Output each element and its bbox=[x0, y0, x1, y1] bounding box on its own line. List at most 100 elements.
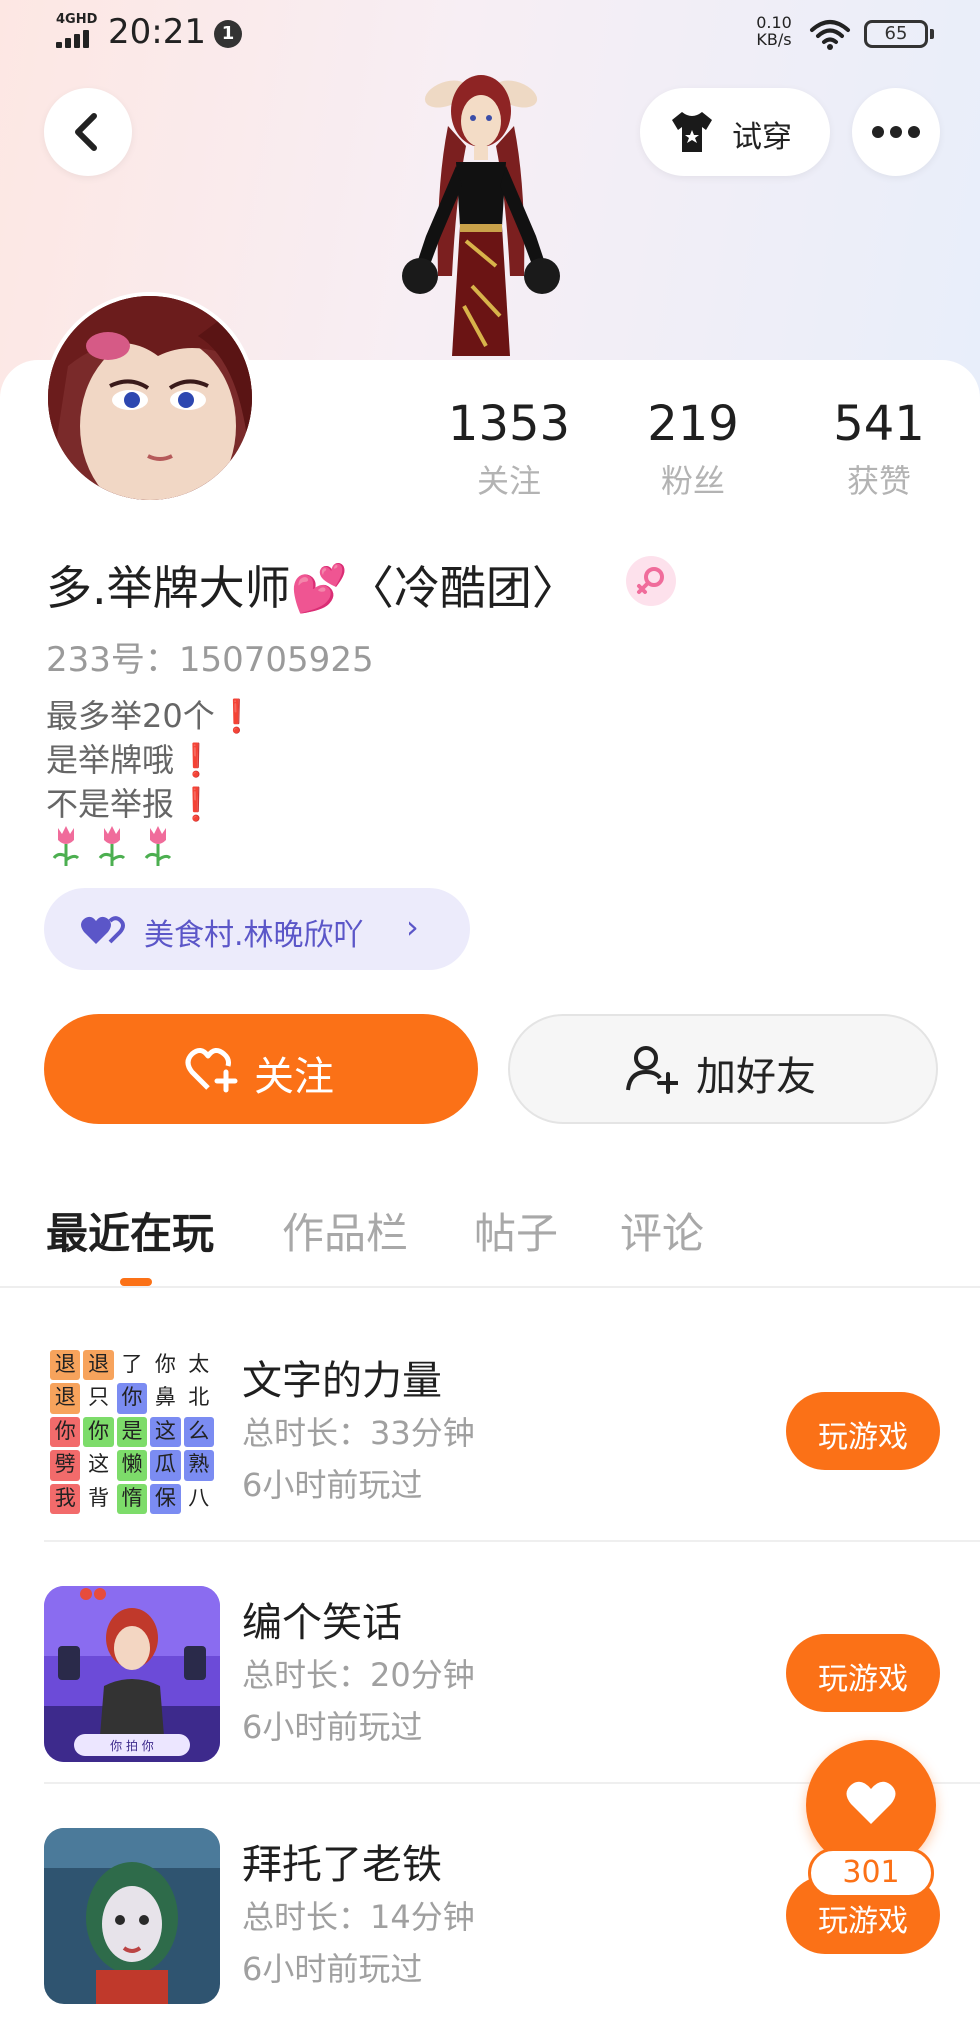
net-speed-unit: KB/s bbox=[756, 30, 792, 49]
net-speed: 0.10 KB/s bbox=[746, 14, 802, 48]
word-grid-cell: 是 bbox=[116, 1416, 148, 1448]
notification-badge: 1 bbox=[214, 20, 242, 48]
avatar-3d-figure[interactable] bbox=[376, 66, 586, 366]
stat-label: 关注 bbox=[476, 462, 541, 500]
word-grid-cell: 保 bbox=[150, 1483, 181, 1514]
tab-comments[interactable]: 评论 bbox=[620, 1200, 704, 1261]
tab-works[interactable]: 作品栏 bbox=[282, 1200, 408, 1261]
word-grid-cell: 熟 bbox=[183, 1450, 214, 1481]
tab-posts[interactable]: 帖子 bbox=[474, 1200, 558, 1261]
word-grid-cell: 鼻 bbox=[154, 1385, 176, 1410]
play-game-label: 玩游戏 bbox=[818, 1662, 908, 1697]
word-grid-cell: 背 bbox=[88, 1485, 110, 1510]
word-grid-cell: 劈 bbox=[50, 1450, 81, 1481]
tshirt-icon bbox=[672, 112, 712, 152]
heart-icon bbox=[846, 1781, 896, 1824]
buddy-game-art bbox=[44, 1828, 220, 2004]
follow-button[interactable]: 关注 bbox=[44, 1014, 478, 1124]
game-duration: 总时长：14分钟 bbox=[242, 1898, 475, 1936]
village-tag[interactable]: 美食村.林晚欣吖 › bbox=[44, 888, 470, 970]
more-options-button[interactable] bbox=[852, 88, 940, 176]
game-item[interactable]: 退退了你太退只你鼻北你你是这么劈这懒瓜熟我背惰保八 文字的力量 总时长：33分钟… bbox=[0, 1298, 980, 1538]
gender-female-icon bbox=[626, 556, 676, 606]
word-grid-cell: 太 bbox=[188, 1352, 210, 1376]
word-grid-cell: 八 bbox=[188, 1485, 210, 1510]
word-grid-cell: 么 bbox=[183, 1416, 214, 1448]
word-grid-cell: 瓜 bbox=[150, 1450, 181, 1481]
stat-label: 粉丝 bbox=[660, 462, 725, 500]
game-thumbnail: 你 拍 你 bbox=[44, 1586, 220, 1762]
stat-value: 1353 bbox=[447, 396, 571, 452]
stat-followers[interactable]: 219 粉丝 bbox=[608, 396, 778, 502]
word-grid-cell: 你 bbox=[83, 1416, 114, 1448]
net-speed-value: 0.10 bbox=[756, 13, 792, 32]
game-last-played: 6小时前玩过 bbox=[242, 1950, 423, 1988]
word-grid-cell: 这 bbox=[88, 1452, 110, 1477]
game-thumbnail: 退退了你太退只你鼻北你你是这么劈这懒瓜熟我背惰保八 bbox=[44, 1344, 220, 1520]
more-dots-icon bbox=[872, 126, 920, 138]
nickname: 多.举牌大师💕〈冷酷团〉 bbox=[46, 561, 578, 615]
stat-likes[interactable]: 541 获赞 bbox=[794, 396, 964, 502]
bio-line: 不是举报❗ bbox=[46, 785, 216, 823]
word-grid-cell: 惰 bbox=[116, 1483, 148, 1514]
game-name: 编个笑话 bbox=[242, 1600, 402, 1646]
tab-divider bbox=[0, 1286, 980, 1288]
game-name: 文字的力量 bbox=[242, 1358, 442, 1404]
try-on-button[interactable]: 试穿 bbox=[640, 88, 830, 176]
word-grid-cell: 退 bbox=[50, 1383, 81, 1414]
stat-value: 219 bbox=[647, 396, 739, 452]
exclamation-icon: ❗ bbox=[216, 697, 257, 735]
play-game-label: 玩游戏 bbox=[818, 1904, 908, 1939]
word-grid-cell: 这 bbox=[150, 1416, 181, 1448]
play-game-button[interactable]: 玩游戏 bbox=[786, 1634, 940, 1712]
word-grid-cell: 了 bbox=[121, 1352, 143, 1376]
word-grid-cell: 退 bbox=[50, 1350, 81, 1381]
try-on-label: 试穿 bbox=[732, 120, 792, 155]
play-game-label: 玩游戏 bbox=[818, 1420, 908, 1455]
signal-icon bbox=[56, 28, 92, 48]
thumb-caption: 你 拍 你 bbox=[110, 1738, 154, 1753]
tab-recently-played[interactable]: 最近在玩 bbox=[46, 1200, 214, 1261]
follow-label: 关注 bbox=[254, 1054, 334, 1100]
wifi-icon bbox=[810, 20, 850, 50]
word-grid-cell: 你 bbox=[116, 1383, 148, 1414]
stat-label: 获赞 bbox=[846, 462, 911, 500]
bio-line: 是举牌哦❗ bbox=[46, 741, 216, 779]
bio: 最多举20个❗ 是举牌哦❗ 不是举报❗ bbox=[46, 694, 257, 826]
tulip-icons bbox=[52, 826, 172, 866]
word-grid-cell: 只 bbox=[88, 1385, 110, 1410]
active-tab-indicator bbox=[120, 1278, 152, 1286]
back-button[interactable] bbox=[44, 88, 132, 176]
bio-line: 最多举20个❗ bbox=[46, 697, 257, 735]
battery-icon: 65 bbox=[864, 20, 934, 48]
word-grid: 退退了你太退只你鼻北你你是这么劈这懒瓜熟我背惰保八 bbox=[44, 1344, 220, 1520]
chevron-right-icon: › bbox=[406, 908, 419, 946]
stat-value: 541 bbox=[833, 396, 925, 452]
exclamation-icon: ❗ bbox=[176, 741, 216, 779]
village-label: 美食村.林晚欣吖 bbox=[144, 918, 364, 953]
game-last-played: 6小时前玩过 bbox=[242, 1708, 423, 1746]
word-grid-cell: 我 bbox=[50, 1483, 81, 1514]
back-arrow-icon bbox=[75, 113, 97, 151]
play-game-button[interactable]: 玩游戏 bbox=[786, 1392, 940, 1470]
heart-plus-icon bbox=[185, 1048, 238, 1093]
avatar[interactable] bbox=[44, 292, 256, 504]
word-grid-cell: 你 bbox=[50, 1416, 81, 1448]
game-name: 拜托了老铁 bbox=[242, 1842, 442, 1888]
status-bar: 4GHD 20:21 1 0.10 KB/s 65 bbox=[0, 0, 980, 66]
exclamation-icon: ❗ bbox=[176, 785, 216, 823]
user-id: 233号：150705925 bbox=[46, 640, 374, 680]
avatar-portrait bbox=[48, 296, 252, 500]
joke-game-art: 你 拍 你 bbox=[44, 1586, 220, 1762]
game-item[interactable]: 你 拍 你 编个笑话 总时长：20分钟 6小时前玩过 玩游戏 bbox=[0, 1540, 980, 1780]
clock: 20:21 bbox=[108, 12, 206, 52]
word-grid-cell: 你 bbox=[154, 1352, 176, 1376]
word-grid-cell: 退 bbox=[83, 1350, 114, 1381]
double-heart-icon bbox=[81, 916, 125, 944]
avatar-figure-illustration bbox=[402, 75, 560, 356]
word-grid-cell: 懒 bbox=[116, 1450, 148, 1481]
add-friend-label: 加好友 bbox=[696, 1054, 816, 1100]
stat-following[interactable]: 1353 关注 bbox=[424, 396, 594, 502]
add-friend-button[interactable]: 加好友 bbox=[508, 1014, 938, 1124]
network-type: 4GHD bbox=[56, 12, 98, 27]
